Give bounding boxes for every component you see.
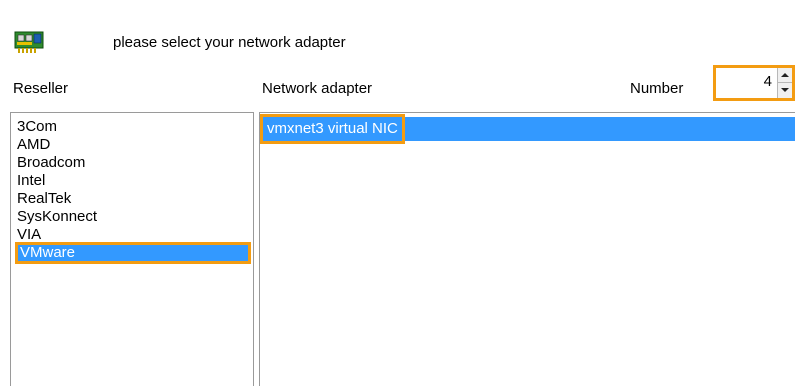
arrow-up-icon bbox=[781, 73, 789, 77]
network-adapter-dialog: please select your network adapter Resel… bbox=[0, 0, 795, 386]
reseller-label: Reseller bbox=[13, 80, 69, 97]
adapter-item-vmxnet3[interactable]: vmxnet3 virtual NIC bbox=[260, 114, 405, 144]
arrow-down-icon bbox=[781, 88, 789, 92]
increment-button[interactable] bbox=[778, 68, 792, 83]
spin-buttons bbox=[777, 68, 792, 98]
reseller-item-intel[interactable]: Intel bbox=[17, 172, 45, 190]
network-card-icon bbox=[14, 31, 44, 53]
reseller-item-vmware[interactable]: VMware bbox=[15, 242, 251, 264]
reseller-listbox[interactable]: 3Com AMD Broadcom Intel RealTek SysKonne… bbox=[10, 112, 254, 386]
network-adapter-label: Network adapter bbox=[262, 80, 373, 97]
number-value[interactable]: 4 bbox=[764, 73, 772, 90]
header-prompt: please select your network adapter bbox=[113, 34, 346, 51]
reseller-item-amd[interactable]: AMD bbox=[17, 136, 50, 154]
reseller-item-3com[interactable]: 3Com bbox=[17, 118, 57, 136]
network-adapter-listbox[interactable]: vmxnet3 virtual NIC bbox=[259, 112, 795, 386]
reseller-item-broadcom[interactable]: Broadcom bbox=[17, 154, 85, 172]
decrement-button[interactable] bbox=[778, 83, 792, 98]
reseller-item-realtek[interactable]: RealTek bbox=[17, 190, 71, 208]
reseller-item-syskonnect[interactable]: SysKonnect bbox=[17, 208, 97, 226]
number-label: Number bbox=[630, 80, 684, 97]
number-stepper[interactable]: 4 bbox=[713, 65, 795, 101]
